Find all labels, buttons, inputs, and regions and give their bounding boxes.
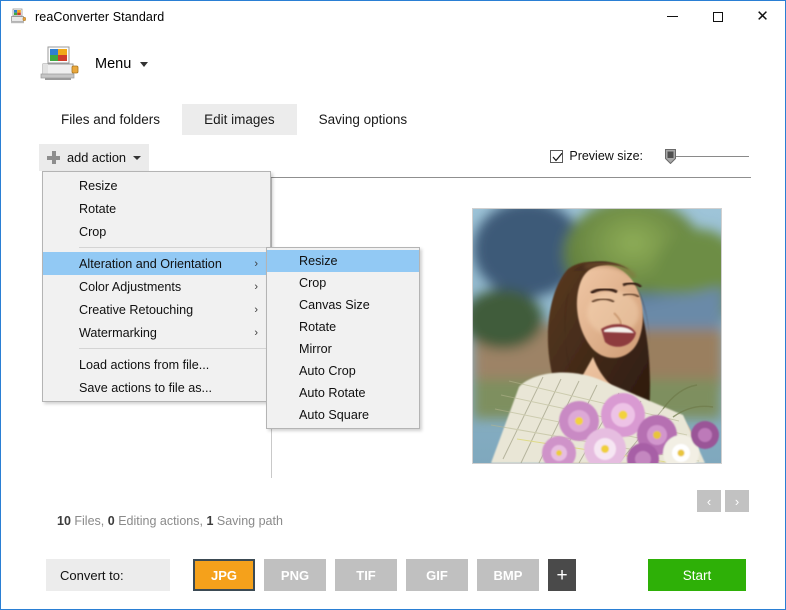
slider-thumb[interactable] (665, 149, 676, 165)
files-label: Files, (74, 514, 105, 528)
menu-item-save-actions-to-file-as[interactable]: Save actions to file as... (43, 376, 270, 399)
submenu-item-resize[interactable]: Resize (267, 250, 419, 272)
check-icon (552, 152, 563, 161)
menu-item-label: Rotate (79, 201, 117, 216)
menu-item-label: Alteration and Orientation (79, 256, 222, 271)
tab-files-and-folders[interactable]: Files and folders (39, 104, 182, 135)
chevron-left-icon: ‹ (706, 493, 712, 509)
menu-item-resize[interactable]: Resize (43, 174, 270, 197)
chevron-right-icon: › (734, 493, 740, 509)
chevron-right-icon: › (254, 280, 258, 293)
app-title-icon (10, 8, 27, 25)
menu-separator (79, 247, 270, 248)
tab-bar: Files and folders Edit images Saving opt… (1, 104, 785, 135)
saving-path-label: Saving path (216, 514, 283, 528)
submenu-item-crop[interactable]: Crop (267, 272, 419, 294)
app-logo-icon (39, 45, 81, 83)
chevron-down-icon (140, 61, 149, 67)
status-summary: 10 Files, 0 Editing actions, 1 Saving pa… (57, 514, 283, 528)
menu-item-label: Save actions to file as... (79, 380, 213, 395)
menu-item-color-adjustments[interactable]: Color Adjustments › (43, 275, 270, 298)
format-button-png[interactable]: PNG (264, 559, 326, 591)
plus-icon (47, 151, 60, 164)
format-button-gif[interactable]: GIF (406, 559, 468, 591)
preview-size-slider[interactable] (665, 148, 751, 165)
preview-photo (473, 209, 721, 463)
alteration-submenu[interactable]: Resize Crop Canvas Size Rotate Mirror Au… (266, 247, 420, 429)
window-title: reaConverter Standard (35, 9, 165, 24)
prev-image-button[interactable]: ‹ (697, 490, 721, 512)
submenu-item-auto-square[interactable]: Auto Square (267, 404, 419, 426)
add-action-label: add action (67, 150, 127, 165)
preview-size-label: Preview size: (569, 149, 643, 163)
menu-button-label: Menu (95, 56, 132, 72)
convert-to-label: Convert to: (46, 559, 170, 591)
minimize-icon (667, 16, 678, 17)
window-controls: ✕ (650, 1, 785, 32)
add-action-dropdown-menu[interactable]: Resize Rotate Crop Alteration and Orient… (42, 171, 271, 402)
maximize-icon (712, 11, 723, 22)
submenu-item-canvas-size[interactable]: Canvas Size (267, 294, 419, 316)
submenu-item-rotate[interactable]: Rotate (267, 316, 419, 338)
preview-navigation: ‹ › (697, 490, 749, 512)
menu-item-label: Load actions from file... (79, 357, 210, 372)
editing-actions-label: Editing actions, (118, 514, 203, 528)
add-action-button[interactable]: add action (39, 144, 149, 171)
menu-item-watermarking[interactable]: Watermarking › (43, 321, 270, 344)
tab-saving-options[interactable]: Saving options (297, 104, 430, 135)
slider-track (671, 156, 749, 157)
chevron-right-icon: › (254, 303, 258, 316)
menu-item-rotate[interactable]: Rotate (43, 197, 270, 220)
editing-actions-count: 0 (107, 514, 115, 528)
menu-button[interactable]: Menu (87, 51, 156, 77)
output-format-selector: JPG PNG TIF GIF BMP + (193, 559, 576, 591)
chevron-right-icon: › (254, 326, 258, 339)
menu-item-label: Resize (79, 178, 118, 193)
menu-item-crop[interactable]: Crop (43, 220, 270, 243)
menu-bar: Menu (1, 37, 785, 97)
image-preview[interactable] (472, 208, 722, 464)
close-icon: ✕ (756, 8, 769, 25)
start-button[interactable]: Start (648, 559, 746, 591)
menu-item-creative-retouching[interactable]: Creative Retouching › (43, 298, 270, 321)
submenu-item-auto-crop[interactable]: Auto Crop (267, 360, 419, 382)
submenu-item-mirror[interactable]: Mirror (267, 338, 419, 360)
menu-item-load-actions-from-file[interactable]: Load actions from file... (43, 353, 270, 376)
format-button-jpg[interactable]: JPG (193, 559, 255, 591)
menu-item-label: Crop (79, 224, 107, 239)
submenu-item-auto-rotate[interactable]: Auto Rotate (267, 382, 419, 404)
menu-item-label: Watermarking (79, 325, 157, 340)
menu-item-alteration-and-orientation[interactable]: Alteration and Orientation › (43, 252, 270, 275)
format-button-bmp[interactable]: BMP (477, 559, 539, 591)
preview-size-checkbox[interactable] (550, 149, 564, 163)
add-format-button[interactable]: + (548, 559, 576, 591)
chevron-down-icon (133, 155, 142, 160)
title-bar: reaConverter Standard ✕ (1, 1, 785, 32)
close-button[interactable]: ✕ (740, 1, 785, 32)
menu-separator (79, 348, 270, 349)
saving-path-count: 1 (206, 514, 214, 528)
files-count: 10 (57, 514, 71, 528)
preview-size-control: Preview size: (550, 148, 751, 165)
minimize-button[interactable] (650, 1, 695, 32)
format-button-tif[interactable]: TIF (335, 559, 397, 591)
next-image-button[interactable]: › (725, 490, 749, 512)
maximize-button[interactable] (695, 1, 740, 32)
tab-edit-images[interactable]: Edit images (182, 104, 297, 135)
chevron-right-icon: › (254, 257, 258, 270)
menu-item-label: Creative Retouching (79, 302, 194, 317)
app-window: reaConverter Standard ✕ Menu Files and f… (0, 0, 786, 610)
menu-item-label: Color Adjustments (79, 279, 182, 294)
